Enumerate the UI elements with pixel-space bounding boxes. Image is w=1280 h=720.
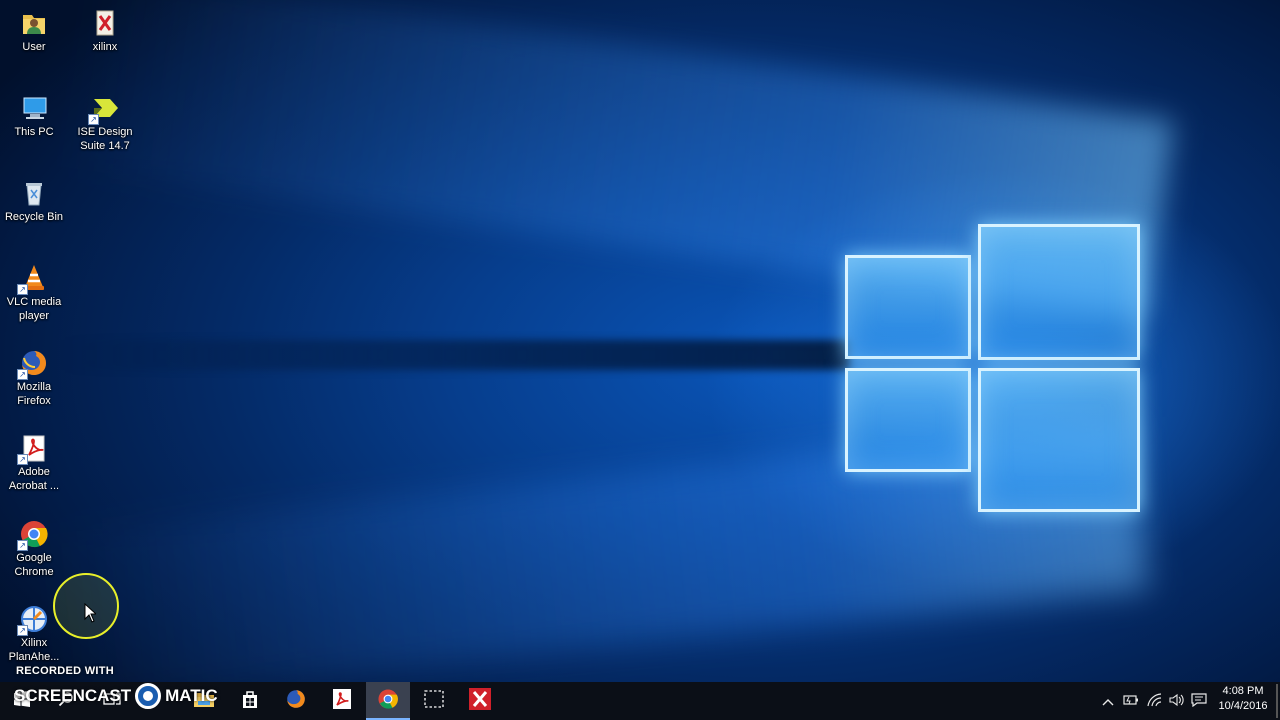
desktop-icon-label: ISE Design Suite 14.7 <box>77 126 133 152</box>
taskbar-store[interactable] <box>228 682 272 720</box>
recorded-with-text: RECORDED WITH <box>16 665 115 677</box>
xilinx-icon <box>468 687 492 716</box>
volume-button[interactable] <box>1166 682 1188 720</box>
desktop-wallpaper <box>0 0 1280 682</box>
desktop-icon-chrome[interactable]: ↗ Google Chrome <box>0 519 68 579</box>
vlc-icon: ↗ <box>17 263 49 295</box>
battery-button[interactable] <box>1120 682 1142 720</box>
desktop-icon-firefox[interactable]: ↗ Mozilla Firefox <box>0 348 68 408</box>
desktop-icon-acrobat[interactable]: ↗ Adobe Acrobat ... <box>0 433 68 493</box>
taskbar-snipping-tool[interactable] <box>412 682 456 720</box>
desktop-icon-recycle-bin[interactable]: Recycle Bin <box>0 178 68 224</box>
screencast-o-matic-logo: SCREENCAST MATIC <box>14 683 218 709</box>
firefox-icon <box>285 688 307 715</box>
desktop-icon-label: xilinx <box>92 41 118 53</box>
desktop-icon-this-pc[interactable]: This PC <box>0 93 68 139</box>
chrome-icon: ↗ <box>17 519 49 551</box>
desktop-icon-ise[interactable]: ↗ ISE Design Suite 14.7 <box>71 93 139 153</box>
brand-right-text: MATIC <box>165 686 218 705</box>
ise-design-suite-icon: ↗ <box>88 93 120 125</box>
clock-time: 4:08 PM <box>1222 685 1264 697</box>
show-desktop-button[interactable] <box>1276 684 1278 718</box>
desktop-icon-label: User <box>22 41 46 53</box>
light-shadow-band <box>60 340 850 370</box>
windows-logo-pane-top-left <box>845 255 971 359</box>
firefox-icon: ↗ <box>17 348 49 380</box>
windows-logo-pane-bottom-right <box>978 368 1140 512</box>
acrobat-icon <box>332 688 352 715</box>
acrobat-icon: ↗ <box>17 433 49 465</box>
snipping-icon <box>423 689 445 714</box>
computer-icon <box>19 93 49 123</box>
chrome-icon <box>377 688 399 715</box>
desktop-icon-label: Mozilla Firefox <box>16 381 52 407</box>
taskbar-chrome[interactable] <box>366 682 410 720</box>
shortcut-arrow-icon: ↗ <box>17 540 28 551</box>
user-folder-icon <box>19 8 49 38</box>
network-button[interactable] <box>1144 682 1166 720</box>
desktop-icon-xilinx[interactable]: xilinx <box>71 8 139 54</box>
wifi-icon <box>1147 692 1163 710</box>
screencast-logo-icon <box>135 683 162 709</box>
action-center-button[interactable] <box>1188 682 1210 720</box>
desktop-icon-label: Adobe Acrobat ... <box>8 466 60 492</box>
volume-icon <box>1169 693 1185 710</box>
shortcut-arrow-icon: ↗ <box>17 625 28 636</box>
recycle-bin-icon <box>19 178 49 208</box>
battery-icon <box>1123 694 1139 709</box>
xilinx-folder-icon <box>90 8 120 38</box>
desktop-icon-user[interactable]: User <box>0 8 68 54</box>
planahead-icon: ↗ <box>17 604 49 636</box>
show-hidden-icons-button[interactable] <box>1098 682 1118 720</box>
taskbar-firefox[interactable] <box>274 682 318 720</box>
mouse-pointer-icon <box>84 602 98 628</box>
desktop-icon-vlc[interactable]: ↗ VLC media player <box>0 263 68 323</box>
taskbar-clock[interactable]: 4:08 PM 10/4/2016 <box>1212 684 1274 714</box>
taskbar-xilinx[interactable] <box>458 682 502 720</box>
desktop-icon-label: Recycle Bin <box>4 211 64 223</box>
windows-logo-pane-bottom-left <box>845 368 971 472</box>
shortcut-arrow-icon: ↗ <box>17 369 28 380</box>
store-icon <box>240 689 260 714</box>
shortcut-arrow-icon: ↗ <box>17 284 28 295</box>
windows-logo-pane-top-right <box>978 224 1140 360</box>
shortcut-arrow-icon: ↗ <box>88 114 99 125</box>
action-center-icon <box>1191 692 1207 710</box>
taskbar-acrobat[interactable] <box>320 682 364 720</box>
desktop-icon-label: Xilinx PlanAhe... <box>8 637 60 663</box>
brand-left-text: SCREENCAST <box>14 686 132 705</box>
desktop-icon-label: VLC media player <box>6 296 62 322</box>
desktop-icon-label: Google Chrome <box>14 552 54 578</box>
shortcut-arrow-icon: ↗ <box>17 454 28 465</box>
desktop-icon-label: This PC <box>14 126 54 138</box>
clock-date: 10/4/2016 <box>1218 700 1268 712</box>
chevron-up-icon <box>1102 694 1114 709</box>
